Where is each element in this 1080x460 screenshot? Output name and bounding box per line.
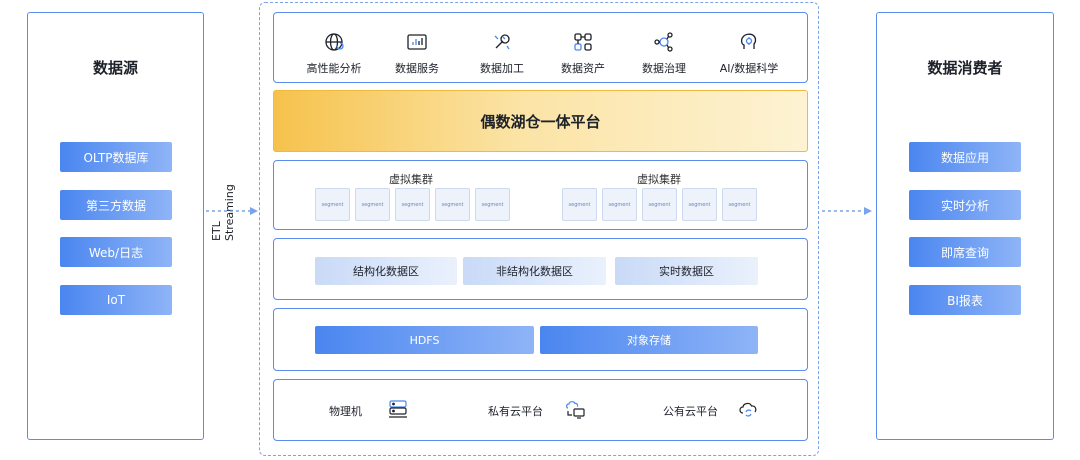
data-source-title: 数据源 <box>92 59 138 77</box>
consumer-realtime-analysis-button[interactable]: 实时分析 <box>909 190 1021 220</box>
tool-ai-data-science[interactable]: AI/数据科学 <box>704 31 794 76</box>
storage-hdfs[interactable]: HDFS <box>315 326 534 354</box>
tool-data-governance[interactable]: 数据治理 <box>619 31 709 76</box>
virtual-cluster-row: 虚拟集群 segment segment segment segment seg… <box>273 160 808 230</box>
server-icon <box>389 400 407 418</box>
bar-chart-icon <box>407 34 427 50</box>
segment: segment <box>395 188 430 221</box>
globe-refresh-icon <box>325 33 344 51</box>
cluster-title: 虚拟集群 <box>389 173 433 186</box>
segment: segment <box>642 188 677 221</box>
cluster-title: 虚拟集群 <box>637 173 681 186</box>
tool-label: AI/数据科学 <box>719 62 779 75</box>
segment: segment <box>682 188 717 221</box>
infra-label-private-cloud: 私有云平台 <box>488 405 543 418</box>
segment: segment <box>562 188 597 221</box>
private-cloud-icon <box>566 401 585 419</box>
zone-unstructured[interactable]: 非结构化数据区 <box>463 257 606 285</box>
segment: segment <box>435 188 470 221</box>
public-cloud-icon <box>739 402 757 417</box>
tool-label: 数据治理 <box>642 62 686 75</box>
segment: segment <box>475 188 510 221</box>
right-arrow-icon <box>822 207 872 215</box>
data-consumer-panel: 数据消费者 数据应用 实时分析 即席查询 BI报表 <box>876 12 1054 440</box>
segment: segment <box>315 188 350 221</box>
infra-label-public-cloud: 公有云平台 <box>663 405 718 418</box>
segment: segment <box>355 188 390 221</box>
data-zone-row: 结构化数据区 非结构化数据区 实时数据区 <box>273 238 808 300</box>
segment: segment <box>722 188 757 221</box>
data-source-panel: 数据源 OLTP数据库 第三方数据 Web/日志 IoT <box>27 12 204 440</box>
tool-label: 数据服务 <box>395 62 439 75</box>
ai-brain-icon <box>740 33 757 49</box>
source-third-party-button[interactable]: 第三方数据 <box>60 190 172 220</box>
tool-data-service[interactable]: 数据服务 <box>372 31 462 76</box>
storage-row: HDFS 对象存储 <box>273 308 808 371</box>
zone-realtime[interactable]: 实时数据区 <box>615 257 758 285</box>
tool-label: 数据加工 <box>480 62 524 75</box>
tool-label: 高性能分析 <box>306 62 362 75</box>
platform-banner: 偶数湖仓一体平台 <box>273 90 808 152</box>
source-iot-button[interactable]: IoT <box>60 285 172 315</box>
tools-row: 高性能分析 数据服务 数据加工 数据资产 数据治理 AI/数据科学 <box>273 12 808 83</box>
tool-label: 数据资产 <box>561 62 605 75</box>
tool-data-processing[interactable]: 数据加工 <box>457 31 547 76</box>
left-arrow-icon <box>206 207 258 215</box>
source-oltp-button[interactable]: OLTP数据库 <box>60 142 172 172</box>
segment: segment <box>602 188 637 221</box>
asset-network-icon <box>574 33 592 51</box>
tools-icon <box>494 34 510 50</box>
governance-icon <box>654 32 673 52</box>
zone-structured[interactable]: 结构化数据区 <box>315 257 457 285</box>
infra-label-physical: 物理机 <box>329 405 362 418</box>
tool-high-performance-analysis[interactable]: 高性能分析 <box>289 31 379 76</box>
storage-object[interactable]: 对象存储 <box>540 326 758 354</box>
consumer-data-app-button[interactable]: 数据应用 <box>909 142 1021 172</box>
consumer-bi-report-button[interactable]: BI报表 <box>909 285 1021 315</box>
infrastructure-row: 物理机 私有云平台 公有云平台 <box>273 379 808 441</box>
source-web-log-button[interactable]: Web/日志 <box>60 237 172 267</box>
data-consumer-title: 数据消费者 <box>927 59 1003 77</box>
tool-data-asset[interactable]: 数据资产 <box>538 31 628 76</box>
consumer-adhoc-query-button[interactable]: 即席查询 <box>909 237 1021 267</box>
